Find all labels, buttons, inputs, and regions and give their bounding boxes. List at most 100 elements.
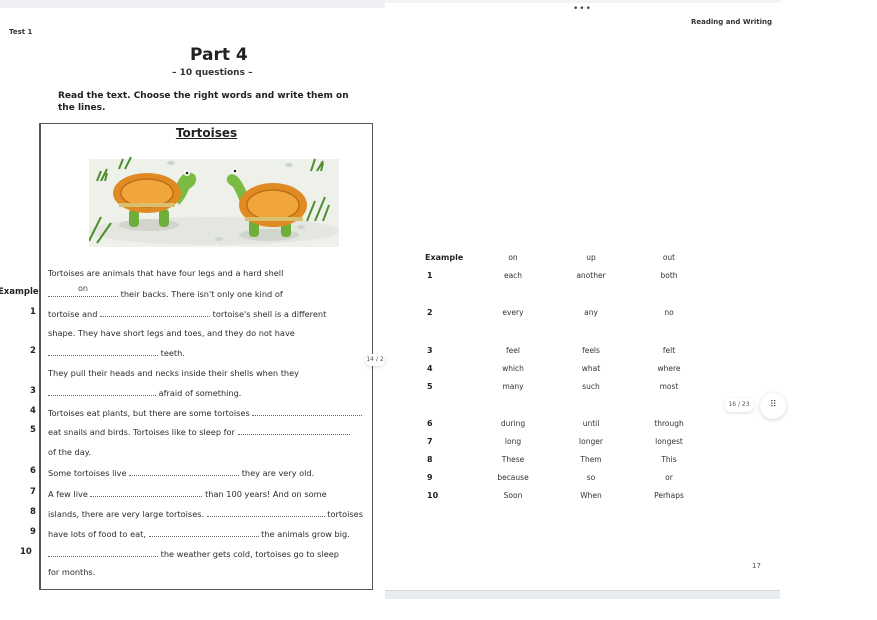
option-choice: both	[660, 271, 678, 280]
option-choice: because	[497, 473, 529, 482]
option-choice: no	[664, 308, 674, 317]
text-before: Tortoises eat plants, but there are some…	[48, 408, 253, 418]
text-before: of the day.	[48, 447, 92, 457]
option-number: 5	[427, 382, 433, 391]
option-choice: until	[582, 419, 600, 428]
text-after: than 100 years! And on some	[202, 489, 327, 499]
option-choice: felt	[662, 346, 676, 355]
option-choice: Perhaps	[654, 491, 684, 500]
option-choice: every	[502, 308, 524, 317]
viewer-top-strip	[0, 0, 385, 8]
option-choice: where	[657, 364, 681, 373]
option-choice: long	[504, 437, 522, 446]
text-line: on their backs. There isn't only one kin…	[48, 284, 283, 299]
option-choice: most	[659, 382, 679, 391]
text-line: Tortoises are animals that have four leg…	[48, 268, 283, 278]
question-number: 4	[30, 406, 36, 416]
option-choice: longest	[655, 437, 683, 446]
tortoise-illustration	[89, 156, 339, 247]
instructions: Read the text. Choose the right words an…	[58, 91, 349, 113]
page-indicator-left: 14 / 2	[365, 354, 385, 366]
answer-blank[interactable]	[252, 407, 363, 416]
option-number: 8	[427, 455, 433, 464]
answer-blank[interactable]: on	[48, 284, 118, 297]
part-subtitle: – 10 questions –	[172, 68, 253, 78]
text-after: the weather gets cold, tortoises go to s…	[158, 549, 339, 559]
text-line: eat snails and birds. Tortoises like to …	[48, 426, 350, 437]
text-before: have lots of food to eat,	[48, 529, 149, 539]
page-indicator-right: 16 / 23	[724, 398, 754, 412]
question-number: 2	[30, 346, 36, 356]
option-number: 3	[427, 346, 433, 355]
option-choice: so	[586, 473, 596, 482]
text-before: They pull their heads and necks inside t…	[48, 368, 299, 378]
option-choice: This	[661, 455, 677, 464]
part-title: Part 4	[190, 45, 248, 65]
answer-blank[interactable]	[100, 308, 210, 317]
option-choice: through	[654, 419, 684, 428]
text-after: the animals grow big.	[258, 529, 350, 539]
page-number: 17	[752, 562, 761, 570]
text-line: Some tortoises live they are very old.	[48, 467, 314, 478]
text-before: Some tortoises live	[48, 468, 130, 478]
option-number: 4	[427, 364, 433, 373]
option-number: Example	[425, 253, 464, 262]
text-line: afraid of something.	[48, 387, 241, 398]
question-number: 3	[30, 386, 36, 396]
question-number: Example	[0, 287, 39, 297]
text-line: A few live than 100 years! And on some	[48, 488, 327, 499]
text-line: shape. They have short legs and toes, an…	[48, 328, 295, 338]
page-bottom-bar	[385, 590, 780, 599]
text-before: A few live	[48, 489, 91, 499]
option-choice: These	[501, 455, 525, 464]
text-after: tortoises	[324, 509, 363, 519]
text-after: teeth.	[158, 348, 185, 358]
text-after: they are very old.	[239, 468, 315, 478]
text-after: afraid of something.	[156, 388, 242, 398]
text-line: for months.	[48, 567, 95, 577]
text-after: their backs. There isn't only one kind o…	[118, 289, 283, 299]
answer-blank[interactable]	[90, 488, 203, 497]
answer-blank[interactable]	[48, 387, 156, 396]
option-choice: or	[665, 473, 673, 482]
option-choice: feels	[582, 346, 600, 355]
answer-blank[interactable]	[206, 508, 325, 517]
more-horizontal-icon[interactable]: •••	[573, 4, 592, 14]
text-line: Tortoises eat plants, but there are some…	[48, 407, 363, 418]
text-before: shape. They have short legs and toes, an…	[48, 328, 295, 338]
option-choice: feel	[506, 346, 520, 355]
answer-blank[interactable]	[48, 548, 158, 557]
option-choice: on	[508, 253, 518, 262]
question-number: 9	[30, 527, 36, 537]
thumbnail-grid-button[interactable]: ⠿	[760, 393, 786, 419]
option-choice: each	[503, 271, 523, 280]
text-line: teeth.	[48, 347, 185, 358]
question-number: 7	[30, 487, 36, 497]
option-choice: When	[580, 491, 602, 500]
text-line: have lots of food to eat, the animals gr…	[48, 528, 350, 539]
grid-dots-icon: ⠿	[770, 400, 777, 410]
answer-blank[interactable]	[129, 467, 240, 476]
question-number: 6	[30, 466, 36, 476]
option-choice: another	[576, 271, 606, 280]
text-before: eat snails and birds. Tortoises like to …	[48, 427, 238, 437]
answer-blank[interactable]	[148, 528, 259, 537]
option-number: 9	[427, 473, 433, 482]
option-number: 10	[427, 491, 439, 500]
option-choice: any	[584, 308, 598, 317]
question-number: 10	[20, 547, 32, 557]
text-line: of the day.	[48, 447, 91, 457]
text-before: Tortoises are animals that have four leg…	[48, 268, 284, 278]
answer-blank[interactable]	[237, 426, 350, 435]
option-number: 7	[427, 437, 433, 446]
option-choice: such	[582, 382, 600, 391]
answer-blank[interactable]	[48, 347, 158, 356]
text-before: islands, there are very large tortoises.	[48, 509, 207, 519]
option-number: 6	[427, 419, 433, 428]
option-choice: Soon	[503, 491, 523, 500]
option-choice: up	[586, 253, 596, 262]
option-choice: what	[581, 364, 601, 373]
text-after: tortoise's shell is a different	[210, 309, 327, 319]
section-label: Reading and Writing	[691, 18, 773, 26]
text-before: for months.	[48, 567, 96, 577]
